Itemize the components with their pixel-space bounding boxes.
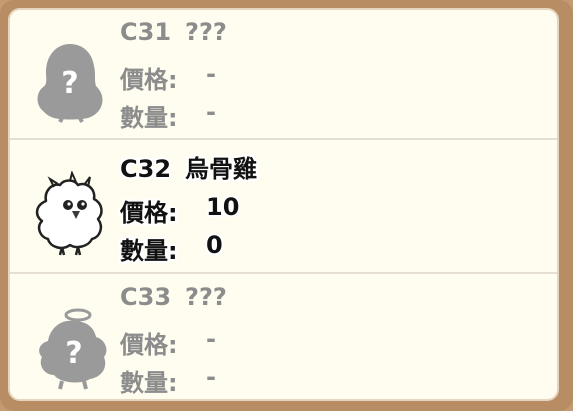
price-value: - xyxy=(206,60,216,88)
item-name: ??? xyxy=(185,283,227,311)
item-list-panel: ? C31??? 價格: - 數量: - C32 烏骨雞 價格: 10 數量: … xyxy=(8,8,559,401)
item-code: C32 xyxy=(120,155,172,183)
svg-text:?: ? xyxy=(61,66,78,101)
quantity-label: 數量: xyxy=(120,237,178,265)
item-name: 烏骨雞 xyxy=(185,155,258,183)
row-divider xyxy=(10,272,557,274)
locked-silhouette-question-icon: ? xyxy=(30,305,114,395)
item-name: ??? xyxy=(185,18,227,46)
item-title: C31??? xyxy=(120,18,227,46)
list-item-c33[interactable]: ? C33??? 價格: - 數量: - xyxy=(10,275,557,399)
quantity-value: 0 xyxy=(206,231,223,259)
item-code: C33 xyxy=(120,283,172,311)
item-code: C31 xyxy=(120,18,172,46)
quantity-label: 數量: xyxy=(120,369,178,397)
locked-silhouette-question-icon: ? xyxy=(32,38,108,128)
quantity-label: 數量: xyxy=(120,104,178,132)
price-label: 價格: xyxy=(120,199,178,227)
price-label: 價格: xyxy=(120,66,178,94)
quantity-value: - xyxy=(206,98,216,126)
price-label: 價格: xyxy=(120,331,178,359)
item-title: C33??? xyxy=(120,283,227,311)
price-value: 10 xyxy=(206,193,240,221)
list-item-c32[interactable]: C32 烏骨雞 價格: 10 數量: 0 xyxy=(10,141,557,272)
quantity-value: - xyxy=(206,363,216,391)
silkie-chicken-icon xyxy=(26,169,112,261)
row-divider xyxy=(10,138,557,140)
item-title: C32 烏骨雞 xyxy=(120,149,257,184)
list-item-c31[interactable]: ? C31??? 價格: - 數量: - xyxy=(10,10,557,140)
svg-text:?: ? xyxy=(65,336,82,371)
price-value: - xyxy=(206,325,216,353)
